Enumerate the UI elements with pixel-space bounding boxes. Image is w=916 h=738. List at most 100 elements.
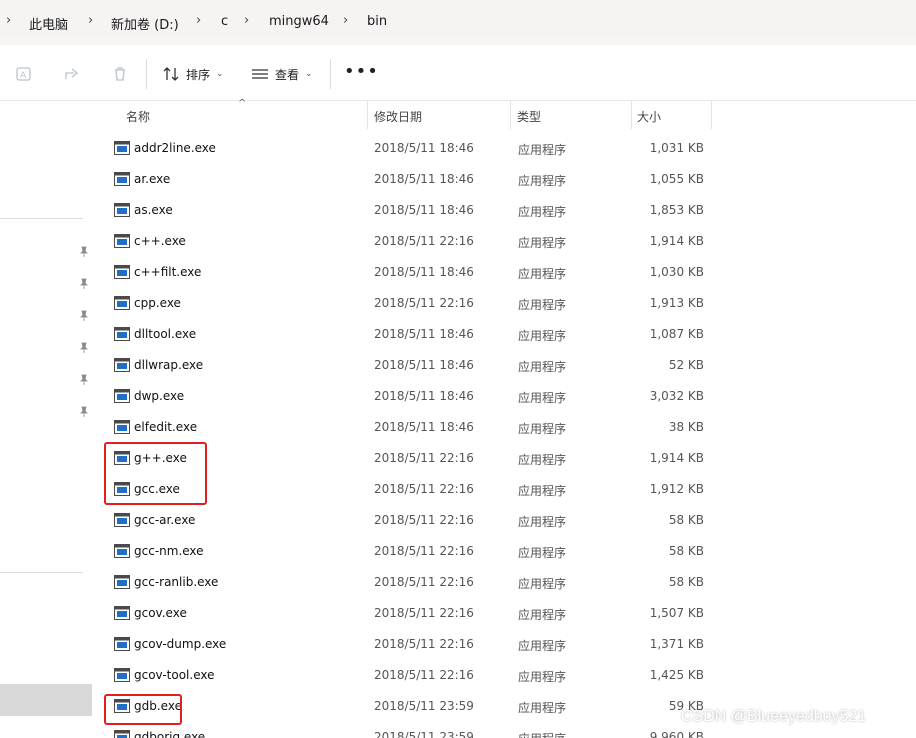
file-row[interactable]: gdb.exe 2018/5/11 23:59 应用程序 59 KB (106, 691, 706, 722)
chevron-right-icon[interactable]: › (196, 13, 206, 31)
file-row[interactable]: gcc-ar.exe 2018/5/11 22:16 应用程序 58 KB (106, 505, 706, 536)
file-type: 应用程序 (518, 546, 567, 560)
column-header: ^ 名称 修改日期 类型 大小 (96, 98, 712, 129)
address-bar[interactable]: › 此电脑 › 新加卷 (D:) › c › mingw64 › bin (0, 0, 916, 45)
file-modified-date: 2018/5/11 22:16 (374, 575, 474, 589)
file-row[interactable]: gcc-ranlib.exe 2018/5/11 22:16 应用程序 58 KB (106, 567, 706, 598)
toolbar-divider (330, 59, 331, 89)
file-row[interactable]: addr2line.exe 2018/5/11 18:46 应用程序 1,031 KB (106, 133, 706, 164)
sort-button[interactable]: 排序 ⌄ (162, 63, 224, 85)
file-name: gcov-tool.exe (134, 668, 215, 682)
file-row[interactable]: c++filt.exe 2018/5/11 18:46 应用程序 1,030 KB (106, 257, 706, 288)
application-exe-icon (114, 637, 130, 651)
command-toolbar: A 排序 ⌄ 查看 ⌄ ••• (0, 45, 916, 101)
file-row[interactable]: dlltool.exe 2018/5/11 18:46 应用程序 1,087 KB (106, 319, 706, 350)
application-exe-icon (114, 203, 130, 217)
svg-text:A: A (20, 71, 27, 81)
file-size: 1,913 KB (649, 296, 704, 310)
column-divider[interactable] (510, 101, 511, 129)
file-type: 应用程序 (518, 391, 567, 405)
chevron-right-icon[interactable]: › (88, 13, 98, 31)
sort-ascending-icon: ^ (238, 98, 247, 109)
file-row[interactable]: gcc-nm.exe 2018/5/11 22:16 应用程序 58 KB (106, 536, 706, 567)
breadcrumb-mingw64[interactable]: mingw64 (269, 14, 329, 29)
delete-icon[interactable] (111, 65, 129, 83)
file-row[interactable]: dwp.exe 2018/5/11 18:46 应用程序 3,032 KB (106, 381, 706, 412)
column-type[interactable]: 类型 (517, 108, 541, 125)
rename-icon[interactable]: A (15, 65, 33, 83)
sort-label: 排序 (186, 67, 211, 82)
file-modified-date: 2018/5/11 22:16 (374, 668, 474, 682)
pin-icon[interactable] (78, 406, 90, 418)
breadcrumb-drive-d[interactable]: 新加卷 (D:) (111, 14, 179, 33)
column-divider[interactable] (711, 101, 712, 129)
application-exe-icon (114, 327, 130, 341)
file-modified-date: 2018/5/11 23:59 (374, 699, 474, 713)
file-name: addr2line.exe (134, 141, 216, 155)
file-type: 应用程序 (518, 143, 567, 157)
column-divider[interactable] (367, 101, 368, 129)
view-button[interactable]: 查看 ⌄ (251, 63, 313, 85)
file-type: 应用程序 (518, 174, 567, 188)
view-label: 查看 (275, 67, 300, 82)
file-row[interactable]: as.exe 2018/5/11 18:46 应用程序 1,853 KB (106, 195, 706, 226)
breadcrumb-this-pc[interactable]: 此电脑 (29, 14, 68, 33)
chevron-right-icon[interactable]: › (6, 13, 16, 31)
highlight-box (104, 442, 207, 505)
application-exe-icon (114, 234, 130, 248)
file-row[interactable]: gcov-dump.exe 2018/5/11 22:16 应用程序 1,371 KB (106, 629, 706, 660)
file-type: 应用程序 (518, 453, 567, 467)
file-size: 1,914 KB (649, 451, 704, 465)
column-name[interactable]: 名称 (126, 108, 150, 125)
breadcrumb-bin[interactable]: bin (367, 14, 387, 29)
file-row[interactable]: dllwrap.exe 2018/5/11 18:46 应用程序 52 KB (106, 350, 706, 381)
file-name: dwp.exe (134, 389, 185, 403)
file-row[interactable]: gcov-tool.exe 2018/5/11 22:16 应用程序 1,425 KB (106, 660, 706, 691)
file-row[interactable]: c++.exe 2018/5/11 22:16 应用程序 1,914 KB (106, 226, 706, 257)
file-row[interactable]: cpp.exe 2018/5/11 22:16 应用程序 1,913 KB (106, 288, 706, 319)
column-size[interactable]: 大小 (637, 108, 661, 125)
pin-icon[interactable] (78, 310, 90, 322)
application-exe-icon (114, 358, 130, 372)
breadcrumb-c[interactable]: c (221, 14, 228, 29)
file-size: 1,031 KB (649, 141, 704, 155)
application-exe-icon (114, 668, 130, 682)
highlight-box (104, 694, 182, 725)
file-size: 3,032 KB (649, 389, 704, 403)
file-modified-date: 2018/5/11 22:16 (374, 637, 474, 651)
pin-icon[interactable] (78, 342, 90, 354)
pin-icon[interactable] (78, 246, 90, 258)
application-exe-icon (114, 420, 130, 434)
pin-icon[interactable] (78, 278, 90, 290)
column-modified[interactable]: 修改日期 (374, 108, 422, 125)
file-row[interactable]: elfedit.exe 2018/5/11 18:46 应用程序 38 KB (106, 412, 706, 443)
file-size: 58 KB (668, 544, 704, 558)
file-type: 应用程序 (518, 730, 566, 738)
column-divider[interactable] (631, 101, 632, 129)
file-modified-date: 2018/5/11 18:46 (374, 389, 474, 403)
sort-icon (163, 67, 179, 81)
file-type: 应用程序 (518, 422, 567, 436)
file-size: 58 KB (668, 513, 704, 527)
navigation-pane (0, 101, 96, 738)
file-size: 52 KB (668, 358, 704, 372)
file-modified-date: 2018/5/11 18:46 (374, 358, 474, 372)
file-row[interactable]: gcov.exe 2018/5/11 22:16 应用程序 1,507 KB (106, 598, 706, 629)
file-row[interactable]: ar.exe 2018/5/11 18:46 应用程序 1,055 KB (106, 164, 706, 195)
chevron-right-icon[interactable]: › (343, 13, 353, 31)
more-options-icon[interactable]: ••• (344, 63, 379, 81)
file-row[interactable]: gdborig.exe 2018/5/11 23:59 应用程序 9,960 KB (106, 722, 706, 738)
chevron-right-icon[interactable]: › (244, 13, 254, 31)
nav-item-selected[interactable] (0, 684, 92, 716)
application-exe-icon (114, 296, 130, 310)
file-type: 应用程序 (518, 701, 567, 715)
file-type: 应用程序 (518, 670, 567, 684)
pin-icon[interactable] (78, 374, 90, 386)
chevron-down-icon: ⌄ (216, 69, 224, 79)
chevron-down-icon: ⌄ (305, 69, 313, 79)
file-type: 应用程序 (518, 484, 567, 498)
file-modified-date: 2018/5/11 22:16 (374, 606, 474, 620)
share-icon[interactable] (63, 65, 81, 83)
nav-divider (0, 218, 83, 219)
file-size: 1,030 KB (649, 265, 704, 279)
